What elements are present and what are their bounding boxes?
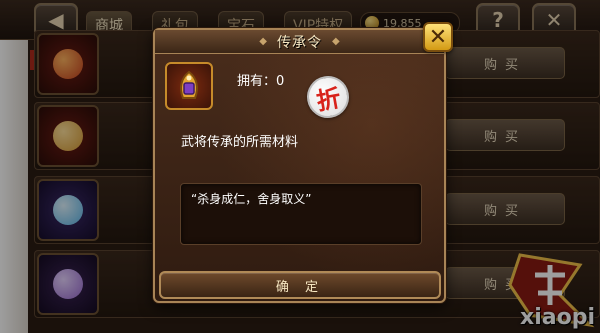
close-x-icon: ✕ [428,24,448,50]
owned-count: 拥有：0 [237,74,285,89]
item-description: 武将传承的所需材料 [181,135,299,150]
token-amulet-icon [180,70,198,99]
item-quote: “杀身成仁，舍身取义” [191,192,312,206]
dialog-header: ◆ 传承令 ◆ [155,30,444,54]
quote-box: “杀身成仁，舍身取义” [180,183,422,245]
title-ornament-icon: ◆ [332,36,340,47]
title-ornament-icon: ◆ [259,36,267,47]
dialog-close-button[interactable]: ✕ [423,22,453,52]
confirm-button[interactable]: 确 定 [159,271,441,299]
dialog-title: 传承令 [277,34,322,51]
confirm-label: 确 定 [275,279,325,295]
discount-badge: 折 [303,72,353,122]
item-icon [165,62,213,110]
item-detail-dialog: ◆ 传承令 ◆ ✕ 拥有：0 折 武将传承的所需材料 “杀身成仁，舍身取义” 确… [153,22,453,303]
